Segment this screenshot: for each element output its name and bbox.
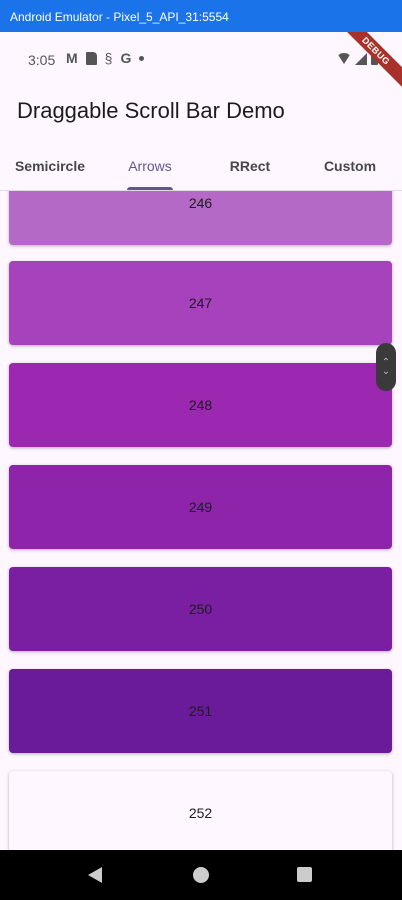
list-item[interactable]: 251: [9, 669, 392, 753]
status-time: 3:05: [28, 52, 56, 68]
s-icon: §: [104, 50, 113, 66]
list-item[interactable]: 250: [9, 567, 392, 651]
notification-icons: M § G: [66, 50, 145, 66]
signal-icon: [355, 52, 367, 65]
tab-semicircle[interactable]: Semicircle: [0, 142, 100, 190]
gmail-icon: M: [66, 50, 78, 66]
recents-icon[interactable]: [297, 867, 312, 882]
list-item-label: 252: [188, 805, 213, 821]
tab-custom[interactable]: Custom: [300, 142, 400, 190]
back-icon[interactable]: [88, 867, 102, 883]
list-item-label: 248: [188, 397, 213, 413]
home-icon[interactable]: [193, 867, 209, 883]
list-item-label: 246: [188, 195, 213, 211]
tab-arrows[interactable]: Arrows: [100, 142, 200, 190]
list-item[interactable]: 247: [9, 261, 392, 345]
list-item[interactable]: 249: [9, 465, 392, 549]
phone-screen: 3:05 M § G DEBUG Draggable Scroll Bar De…: [0, 32, 402, 900]
wifi-icon: [337, 53, 351, 64]
emulator-window-title: Android Emulator - Pixel_5_API_31:5554: [0, 0, 402, 32]
tab-indicator: [127, 187, 173, 190]
dot-icon: [139, 55, 145, 61]
list-item[interactable]: 252: [9, 771, 392, 850]
chevron-down-icon: ⌄: [381, 366, 391, 377]
google-icon: G: [120, 50, 132, 66]
page-title: Draggable Scroll Bar Demo: [17, 98, 285, 123]
scrollable-list[interactable]: 246 247 248 249 250 251 252: [0, 191, 402, 850]
tab-rrect[interactable]: RRect: [200, 142, 300, 190]
tab-bar: Semicircle Arrows RRect Custom: [0, 142, 402, 191]
sd-card-icon: [85, 51, 97, 65]
status-bar: 3:05 M § G DEBUG: [0, 32, 402, 92]
list-item-label: 251: [188, 703, 213, 719]
list-item-label: 250: [188, 601, 213, 617]
system-nav-bar: [0, 850, 402, 900]
draggable-scroll-thumb[interactable]: ⌃ ⌄: [376, 343, 396, 391]
list-item-label: 249: [188, 499, 213, 515]
list-item[interactable]: 248: [9, 363, 392, 447]
list-item[interactable]: 246: [9, 191, 392, 245]
list-item-label: 247: [188, 295, 213, 311]
